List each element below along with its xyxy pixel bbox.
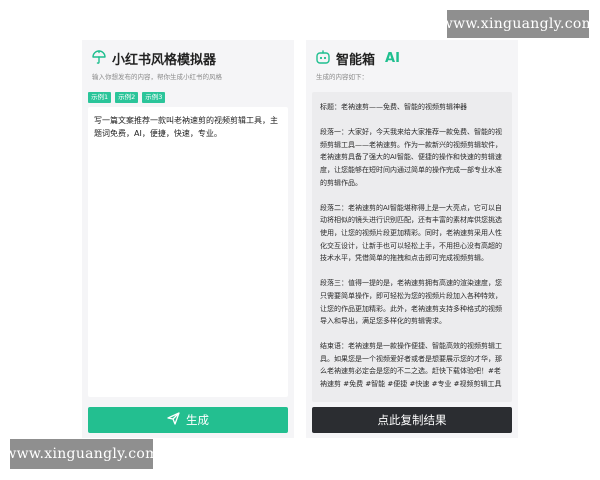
output-result-text: 标题：老衲速剪——免费、智能的视频剪辑神器 段落一：大家好，今天我来给大家推荐一… <box>312 92 512 402</box>
copy-result-button-label: 点此复制结果 <box>377 413 447 427</box>
copy-result-button[interactable]: 点此复制结果 <box>312 407 512 433</box>
output-paragraph: 段落三：值得一提的是，老衲速剪拥有高速的渲染速度，您只需要简单操作，即可轻松为您… <box>320 279 502 326</box>
prompt-input[interactable]: 写一篇文案推荐一款叫老衲速剪的视频剪辑工具，主题词免费，AI，便捷，快速，专业。 <box>88 107 288 397</box>
output-paragraph: 标题：老衲速剪——免费、智能的视频剪辑神器 <box>320 103 467 111</box>
generate-button-label: 生成 <box>186 413 209 427</box>
output-panel: 智能箱 AI 生成的内容如下： 标题：老衲速剪——免费、智能的视频剪辑神器 段落… <box>306 40 518 438</box>
output-result: 标题：老衲速剪——免费、智能的视频剪辑神器 段落一：大家好，今天我来给大家推荐一… <box>312 92 512 402</box>
simulator-subtitle: 输入你想发布的内容，帮你生成小红书的风格 <box>92 73 222 81</box>
simulator-panel: 小红书风格模拟器 输入你想发布的内容，帮你生成小红书的风格 示例1 示例2 示例… <box>82 40 294 438</box>
output-paragraph: 段落二：老衲速剪的AI智能堪称得上是一大亮点，它可以自动将相似的镜头进行识别匹配… <box>320 203 502 263</box>
output-subtitle: 生成的内容如下： <box>316 73 368 81</box>
output-paragraph: 段落一：大家好，今天我来给大家推荐一款免费、智能的视频剪辑工具——老衲速剪。作为… <box>320 128 502 187</box>
example-tag-3[interactable]: 示例3 <box>142 92 166 103</box>
prompt-input-text[interactable]: 写一篇文案推荐一款叫老衲速剪的视频剪辑工具，主题词免费，AI，便捷，快速，专业。 <box>88 107 288 147</box>
output-paragraph: 结束语：老衲速剪是一款操作便捷、智能高效的视频剪辑工具。如果您是一个视频爱好者或… <box>320 342 502 389</box>
simulator-header: 小红书风格模拟器 <box>92 49 216 68</box>
watermark-top: www.xinguangly.com <box>441 10 595 38</box>
send-icon <box>167 412 180 428</box>
example-tags: 示例1 示例2 示例3 <box>88 92 166 103</box>
ai-badge: AI <box>385 51 400 66</box>
example-tag-1[interactable]: 示例1 <box>88 92 112 103</box>
watermark-bottom: www.xinguangly.com <box>4 439 158 469</box>
robot-icon <box>316 49 330 68</box>
output-header: 智能箱 AI <box>316 49 400 68</box>
output-title: 智能箱 <box>336 53 376 68</box>
example-tag-2[interactable]: 示例2 <box>115 92 139 103</box>
umbrella-icon <box>92 49 106 68</box>
simulator-title: 小红书风格模拟器 <box>112 53 217 68</box>
generate-button[interactable]: 生成 <box>88 407 288 433</box>
